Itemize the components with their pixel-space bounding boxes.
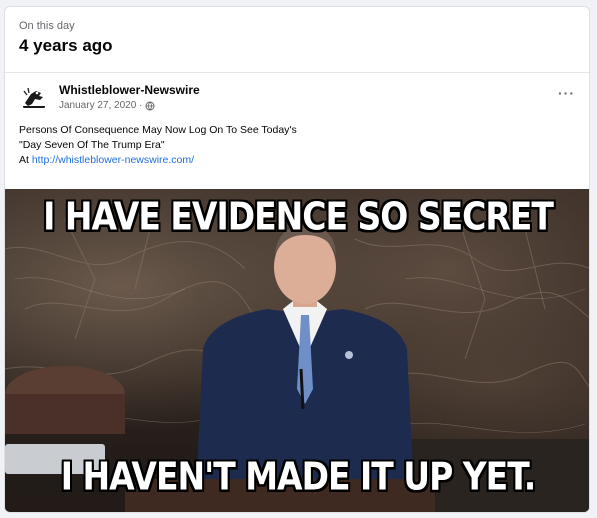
- post-image[interactable]: I HAVE EVIDENCE SO SECRET I HAVEN'T MADE…: [5, 189, 589, 512]
- post-link[interactable]: http://whistleblower-newswire.com/: [32, 154, 194, 166]
- memory-card: On this day 4 years ago Whistleblower-Ne…: [4, 6, 590, 513]
- author-block: Whistleblower-Newswire January 27, 2020 …: [59, 83, 200, 111]
- memory-label: On this day: [19, 20, 75, 32]
- lapel-pin: [345, 351, 353, 359]
- post-header: Whistleblower-Newswire January 27, 2020 …: [5, 73, 589, 117]
- post-text-line-1: Persons Of Consequence May Now Log On To…: [19, 124, 297, 136]
- post-text-line-3: At http://whistleblower-newswire.com/: [19, 153, 575, 168]
- post-text-prefix: At: [19, 154, 32, 166]
- post-text: Persons Of Consequence May Now Log On To…: [5, 123, 589, 168]
- post-text-line-2: "Day Seven Of The Trump Era": [19, 139, 165, 151]
- post-meta: January 27, 2020 ·: [59, 100, 200, 111]
- globe-icon: [145, 101, 155, 110]
- page-avatar[interactable]: [19, 82, 49, 112]
- memory-ago: 4 years ago: [19, 36, 113, 55]
- more-options-button[interactable]: ···: [558, 86, 575, 100]
- meme-caption-bottom: I HAVEN'T MADE IT UP YET.: [60, 454, 537, 499]
- author-name[interactable]: Whistleblower-Newswire: [59, 83, 200, 97]
- memory-header: On this day 4 years ago: [5, 7, 589, 73]
- whistleblower-logo-icon: [19, 82, 49, 112]
- meme-caption-top: I HAVE EVIDENCE SO SECRET: [43, 194, 554, 239]
- post-date[interactable]: January 27, 2020 ·: [59, 100, 142, 111]
